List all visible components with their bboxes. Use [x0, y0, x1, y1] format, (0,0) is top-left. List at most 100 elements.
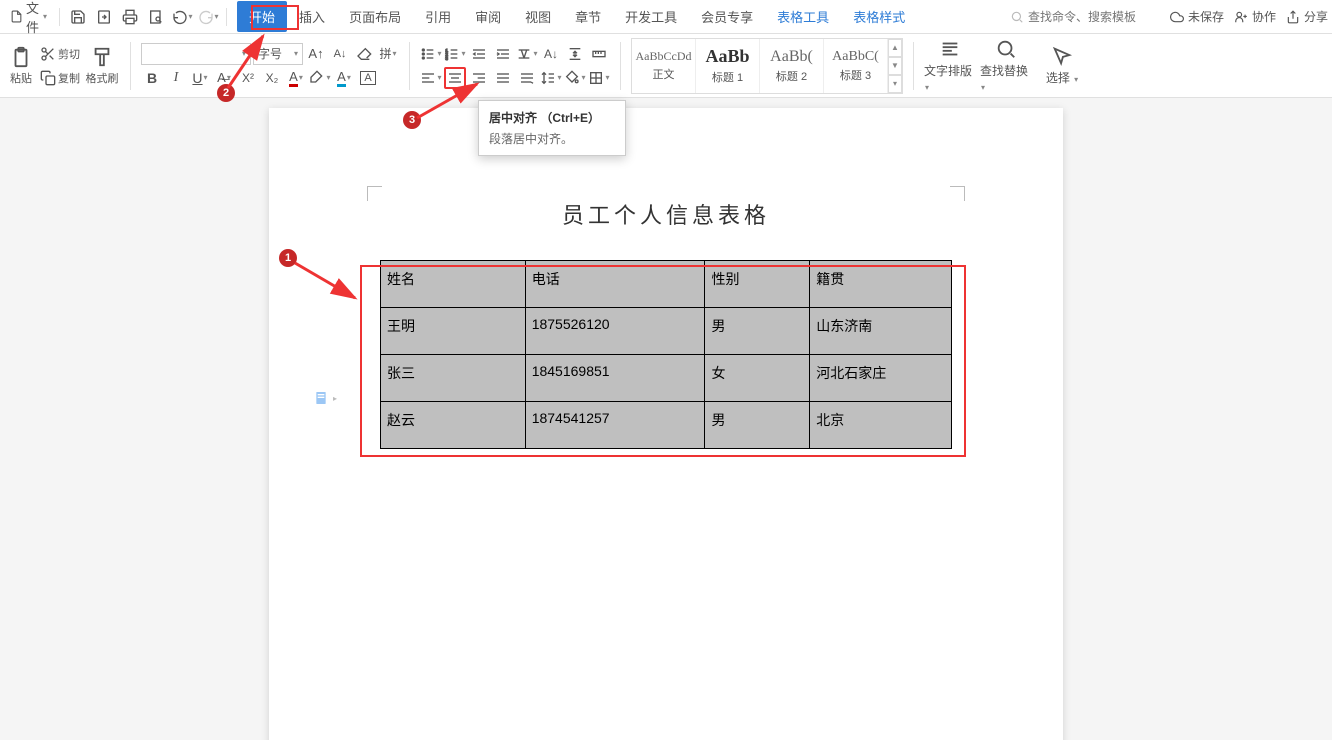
table-cell[interactable]: 1874541257 — [525, 402, 705, 449]
tab-home[interactable]: 开始 — [237, 1, 287, 32]
redo-button[interactable]: ▾ — [196, 5, 220, 29]
strikethrough-button[interactable]: A̶▾ — [213, 67, 235, 89]
clear-format-button[interactable] — [353, 43, 375, 65]
align-center-button[interactable] — [444, 67, 466, 89]
style-heading-2[interactable]: AaBb(标题 2 — [760, 39, 824, 93]
table-cell[interactable]: 男 — [705, 402, 810, 449]
tab-page-layout[interactable]: 页面布局 — [337, 1, 413, 32]
employee-table[interactable]: 姓名 电话 性别 籍贯 王明 1875526120 男 山东济南 张三 1845… — [380, 260, 952, 449]
svg-text:3: 3 — [446, 56, 449, 61]
search-input[interactable] — [1028, 10, 1148, 24]
borders-button[interactable]: ▾ — [588, 67, 610, 89]
chevron-down-icon: ▾ — [557, 73, 561, 82]
table-cell[interactable]: 张三 — [381, 355, 526, 402]
command-search[interactable] — [1010, 10, 1160, 24]
table-cell[interactable]: 赵云 — [381, 402, 526, 449]
preview-button[interactable] — [144, 5, 168, 29]
magnify-doc-icon — [148, 9, 164, 25]
asian-layout-button[interactable]: ▾ — [516, 43, 538, 65]
outline-panel-toggle[interactable]: ▸ — [313, 390, 337, 406]
table-cell[interactable]: 1845169851 — [525, 355, 705, 402]
highlight-button[interactable]: ▾ — [309, 67, 331, 89]
tab-developer[interactable]: 开发工具 — [613, 1, 689, 32]
style-preview: AaBbCcDd — [636, 49, 692, 64]
format-painter-button[interactable]: 格式刷 — [84, 46, 120, 86]
table-cell[interactable]: 河北石家庄 — [810, 355, 952, 402]
undo-button[interactable]: ▾ — [170, 5, 194, 29]
print-button[interactable] — [118, 5, 142, 29]
tab-references[interactable]: 引用 — [413, 1, 463, 32]
char-border-button[interactable]: A — [357, 67, 379, 89]
table-cell[interactable]: 女 — [705, 355, 810, 402]
style-normal[interactable]: AaBbCcDd正文 — [632, 39, 696, 93]
table-cell[interactable]: 山东济南 — [810, 308, 952, 355]
tab-table-style[interactable]: 表格样式 — [841, 1, 917, 32]
gallery-more[interactable]: ▾ — [888, 75, 902, 93]
header-cell[interactable]: 性别 — [705, 261, 810, 308]
tab-review[interactable]: 审阅 — [463, 1, 513, 32]
header-cell[interactable]: 电话 — [525, 261, 705, 308]
decrease-indent-button[interactable] — [468, 43, 490, 65]
font-size-select[interactable]: 字号 ▾ — [253, 43, 303, 65]
table-row[interactable]: 张三 1845169851 女 河北石家庄 — [381, 355, 952, 402]
bold-button[interactable]: B — [141, 67, 163, 89]
header-cell[interactable]: 姓名 — [381, 261, 526, 308]
align-justify-button[interactable] — [492, 67, 514, 89]
numbering-button[interactable]: 123▾ — [444, 43, 466, 65]
gallery-down[interactable]: ▼ — [888, 57, 902, 75]
line-space-select[interactable]: ▾ — [540, 67, 562, 89]
style-heading-1[interactable]: AaBb标题 1 — [696, 39, 760, 93]
table-header-row[interactable]: 姓名 电话 性别 籍贯 — [381, 261, 952, 308]
italic-button[interactable]: I — [165, 67, 187, 89]
cut-button[interactable]: 剪切 — [40, 43, 80, 65]
bullets-button[interactable]: ▾ — [420, 43, 442, 65]
paste-button[interactable]: 粘贴 — [6, 46, 36, 86]
cut-label: 剪切 — [58, 46, 80, 62]
table-cell[interactable]: 北京 — [810, 402, 952, 449]
text-layout-button[interactable]: 文字排版 ▾ — [924, 38, 976, 93]
text-effect-button[interactable]: A▾ — [333, 67, 355, 89]
coop-button[interactable]: 协作 — [1234, 8, 1276, 25]
gallery-up[interactable]: ▲ — [888, 39, 902, 57]
tab-sections[interactable]: 章节 — [563, 1, 613, 32]
increase-indent-button[interactable] — [492, 43, 514, 65]
table-cell[interactable]: 男 — [705, 308, 810, 355]
text-effect-icon: A — [337, 69, 346, 87]
underline-button[interactable]: U▾ — [189, 67, 211, 89]
select-button[interactable]: 选择 ▾ — [1036, 45, 1088, 86]
font-color-button[interactable]: A▾ — [285, 67, 307, 89]
style-heading-3[interactable]: AaBbC(标题 3 — [824, 39, 888, 93]
text-direction-button[interactable]: A↓ — [540, 43, 562, 65]
line-spacing-button[interactable] — [564, 43, 586, 65]
copy-button[interactable]: 复制 — [40, 67, 80, 89]
tab-view[interactable]: 视图 — [513, 1, 563, 32]
subscript-icon: X₂ — [266, 71, 279, 85]
unsaved-indicator[interactable]: 未保存 — [1170, 8, 1224, 25]
align-left-button[interactable]: ▾ — [420, 67, 442, 89]
shading-button[interactable]: ▾ — [564, 67, 586, 89]
file-menu[interactable]: 文件 ▾ — [4, 0, 53, 40]
font-name-select[interactable]: ▾ — [141, 43, 251, 65]
find-replace-button[interactable]: 查找替换 ▾ — [980, 38, 1032, 93]
subscript-button[interactable]: X₂ — [261, 67, 283, 89]
increase-font-button[interactable]: A↑ — [305, 43, 327, 65]
decrease-font-button[interactable]: A↓ — [329, 43, 351, 65]
ruler-button[interactable] — [588, 43, 610, 65]
table-cell[interactable]: 王明 — [381, 308, 526, 355]
table-cell[interactable]: 1875526120 — [525, 308, 705, 355]
save-button[interactable] — [66, 5, 90, 29]
align-distribute-button[interactable] — [516, 67, 538, 89]
print-icon — [122, 9, 138, 25]
share-button[interactable]: 分享 — [1286, 8, 1328, 25]
align-right-button[interactable] — [468, 67, 490, 89]
tab-member[interactable]: 会员专享 — [689, 1, 765, 32]
chevron-down-icon: ▾ — [299, 73, 303, 82]
tab-table-tools[interactable]: 表格工具 — [765, 1, 841, 32]
tab-insert[interactable]: 插入 — [287, 1, 337, 32]
superscript-button[interactable]: X² — [237, 67, 259, 89]
table-row[interactable]: 王明 1875526120 男 山东济南 — [381, 308, 952, 355]
phonetic-button[interactable]: 拼▾ — [377, 43, 399, 65]
print-preview-button[interactable] — [92, 5, 116, 29]
table-row[interactable]: 赵云 1874541257 男 北京 — [381, 402, 952, 449]
header-cell[interactable]: 籍贯 — [810, 261, 952, 308]
